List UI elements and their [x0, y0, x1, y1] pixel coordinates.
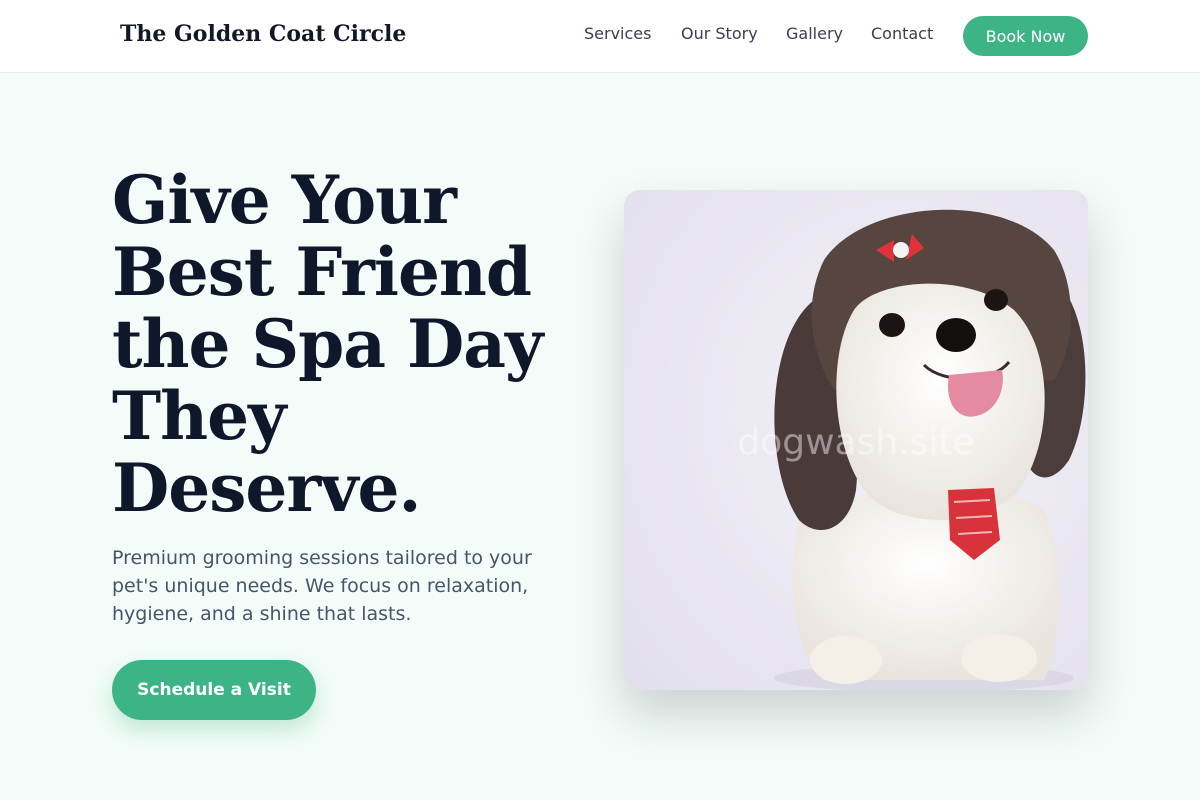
hero-subtitle: Premium grooming sessions tailored to yo… — [112, 547, 532, 625]
nav-link-our-story[interactable]: Our Story — [681, 24, 758, 43]
hero-title: Give Your Best Friend the Spa Day They D… — [112, 161, 543, 527]
site-header: The Golden Coat Circle Services Our Stor… — [0, 0, 1200, 73]
schedule-visit-button[interactable]: Schedule a Visit — [112, 660, 316, 720]
nav-link-gallery[interactable]: Gallery — [786, 24, 843, 43]
image-watermark: dogwash.site — [737, 422, 975, 463]
book-now-button[interactable]: Book Now — [963, 16, 1088, 56]
nav-link-contact[interactable]: Contact — [871, 24, 933, 43]
nav-link-services[interactable]: Services — [584, 24, 651, 43]
hero-dog-photo: dogwash.site — [624, 190, 1088, 690]
